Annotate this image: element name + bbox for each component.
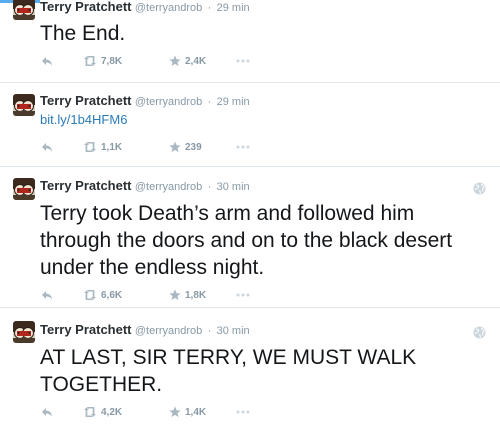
author-handle[interactable]: @terryandrob [135, 181, 202, 193]
tweet-text-line: under the endless night. [40, 256, 265, 279]
more-button[interactable] [236, 404, 250, 420]
author-name[interactable]: Terry Pratchett [40, 178, 132, 193]
tweet-text-line: TOGETHER. [40, 373, 163, 396]
reply-icon [42, 143, 52, 152]
favorite-button[interactable]: 1,4K [169, 404, 206, 420]
author-name[interactable]: Terry Pratchett [40, 0, 132, 14]
avatar[interactable] [13, 94, 35, 116]
reply-button[interactable] [40, 139, 54, 155]
globe-icon[interactable] [473, 182, 486, 195]
reply-icon [42, 408, 52, 417]
author-handle[interactable]: @terryandrob [135, 2, 202, 14]
retweet-icon [84, 290, 96, 300]
star-icon [169, 289, 181, 300]
avatar[interactable] [13, 0, 35, 20]
timestamp[interactable]: 30 min [217, 181, 250, 193]
retweet-button[interactable]: 6,6K [82, 287, 122, 303]
separator-dot: · [207, 181, 212, 193]
separator-dot: · [207, 325, 212, 337]
timestamp[interactable]: 29 min [217, 96, 250, 108]
author-name[interactable]: Terry Pratchett [40, 322, 132, 337]
author-handle[interactable]: @terryandrob [135, 96, 202, 108]
favorite-button[interactable]: 239 [169, 139, 202, 155]
favorite-button[interactable]: 1,8K [169, 287, 206, 303]
more-dots-icon [236, 145, 250, 149]
reply-button[interactable] [40, 53, 54, 69]
tweet-text-line: Terry took Death’s arm and followed him [40, 202, 415, 225]
reply-button[interactable] [40, 287, 54, 303]
more-dots-icon [236, 293, 250, 297]
author-handle[interactable]: @terryandrob [135, 325, 202, 337]
tweet-text-line: through the doors and on to the black de… [40, 229, 453, 252]
retweet-count: 4,2K [101, 406, 123, 418]
tweet[interactable]: Terry Pratchett @terryandrob · 29 min bi… [0, 84, 500, 167]
retweet-button[interactable]: 1,1K [82, 139, 122, 155]
tweet-text: Terry took Death’s arm and followed him … [40, 200, 452, 281]
tweet-header: Terry Pratchett @terryandrob · 30 min [40, 178, 250, 193]
star-icon [169, 141, 181, 152]
timestamp[interactable]: 30 min [217, 325, 250, 337]
tweet-header: Terry Pratchett @terryandrob · 29 min [40, 0, 250, 14]
globe-icon[interactable] [473, 326, 486, 339]
favorite-button[interactable]: 2,4K [169, 53, 206, 69]
avatar[interactable] [13, 321, 35, 343]
tweet-text: AT LAST, SIR TERRY, WE MUST WALK TOGETHE… [40, 344, 416, 398]
favorite-count: 1,8K [185, 289, 207, 301]
author-name[interactable]: Terry Pratchett [40, 93, 132, 108]
tweet-text-line: The End. [40, 22, 126, 45]
tweet[interactable]: Terry Pratchett @terryandrob · 30 min AT… [0, 309, 500, 430]
retweet-count: 7,8K [101, 55, 123, 67]
retweet-count: 1,1K [101, 141, 123, 153]
avatar[interactable] [13, 178, 35, 200]
retweet-button[interactable]: 4,2K [82, 404, 122, 420]
star-icon [169, 55, 181, 66]
tweet-link[interactable]: bit.ly/1b4HFM6 [40, 112, 127, 127]
more-button[interactable] [236, 287, 250, 303]
favorite-count: 2,4K [185, 55, 207, 67]
more-button[interactable] [236, 139, 250, 155]
separator-dot: · [207, 96, 212, 108]
retweet-button[interactable]: 7,8K [82, 53, 122, 69]
tweet[interactable]: Terry Pratchett @terryandrob · 30 min Te… [0, 168, 500, 308]
favorite-count: 1,4K [185, 406, 207, 418]
separator-dot: · [207, 2, 212, 14]
tweet-text: The End. [40, 20, 125, 47]
tweet[interactable]: Terry Pratchett @terryandrob · 29 min Th… [0, 0, 500, 83]
more-button[interactable] [236, 53, 250, 69]
timestamp[interactable]: 29 min [217, 2, 250, 14]
retweet-icon [84, 56, 96, 66]
retweet-icon [84, 407, 96, 417]
retweet-count: 6,6K [101, 289, 123, 301]
more-dots-icon [236, 410, 250, 414]
reply-button[interactable] [40, 404, 54, 420]
tweet-header: Terry Pratchett @terryandrob · 29 min [40, 93, 250, 108]
reply-icon [42, 57, 52, 66]
tweet-text-line: AT LAST, SIR TERRY, WE MUST WALK [40, 346, 417, 369]
tweet-header: Terry Pratchett @terryandrob · 30 min [40, 322, 250, 337]
star-icon [169, 406, 181, 417]
retweet-icon [84, 142, 96, 152]
favorite-count: 239 [185, 141, 202, 153]
more-dots-icon [236, 59, 250, 63]
reply-icon [42, 291, 52, 300]
